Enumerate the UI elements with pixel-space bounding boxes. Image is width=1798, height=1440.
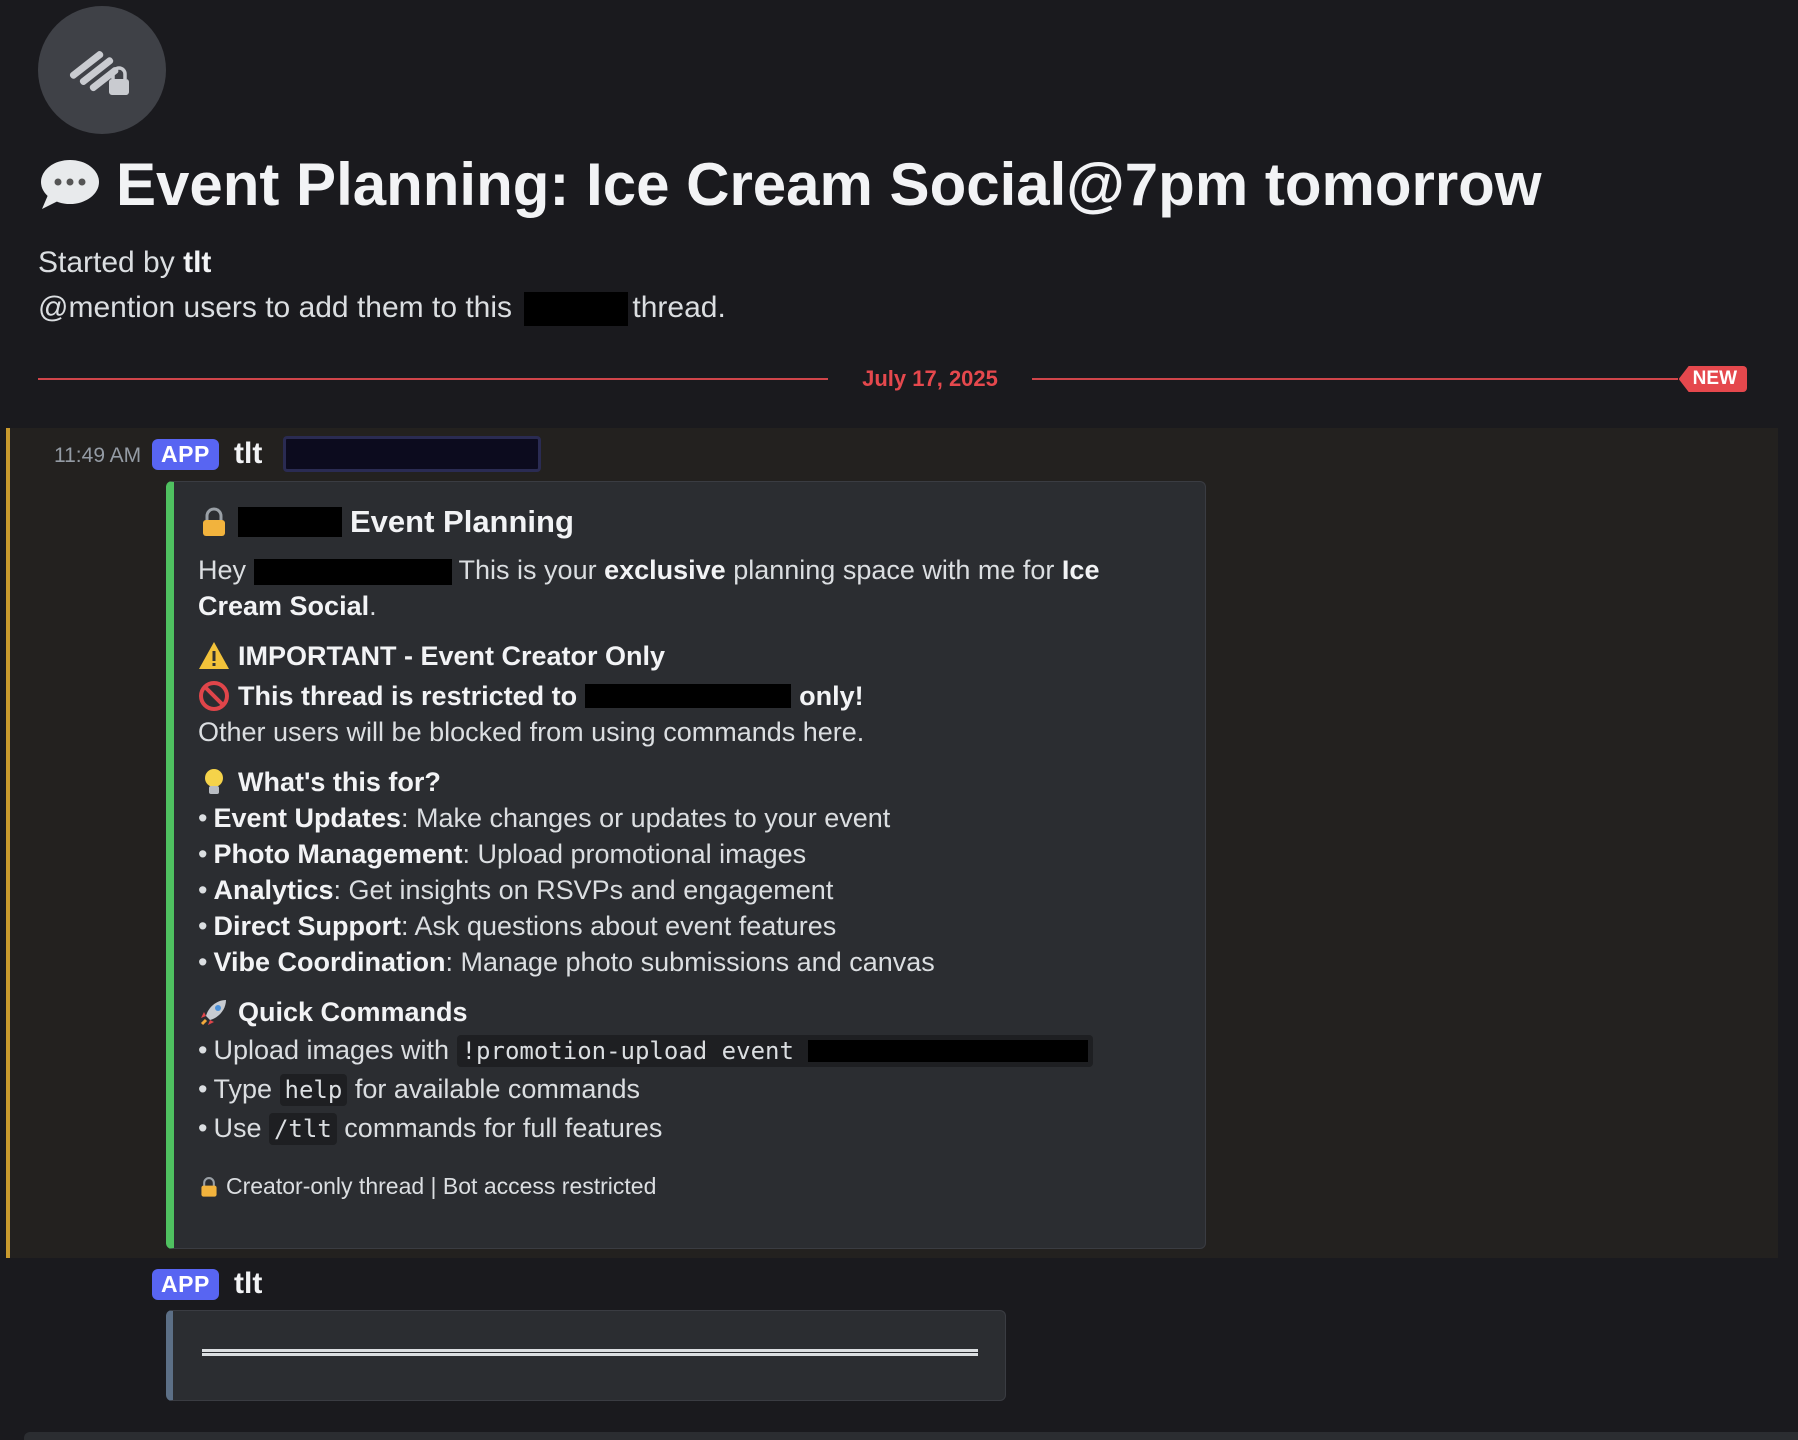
embed-title: Event Planning <box>198 504 1179 540</box>
list-item: • Photo Management: Upload promotional im… <box>198 839 807 869</box>
starter-username[interactable]: tlt <box>183 246 211 279</box>
whats-for-heading: What's this for? <box>198 764 1179 800</box>
redacted-block <box>585 684 792 708</box>
list-item: • Upload images with !promotion-upload ev… <box>198 1032 1179 1069</box>
separator-line <box>202 1349 978 1356</box>
redacted-block <box>253 558 452 585</box>
feature-list: • Event Updates: Make changes or updates … <box>198 800 1179 980</box>
redacted-author-tag <box>283 436 541 472</box>
quick-commands-heading: Quick Commands <box>198 994 1179 1030</box>
list-item: • Analytics: Get insights on RSVPs and en… <box>198 875 834 905</box>
lock-icon <box>201 1176 217 1197</box>
command-code: help <box>279 1074 348 1106</box>
app-badge: APP <box>152 439 219 470</box>
restricted-line: This thread is restricted to only! <box>198 678 1179 714</box>
author-name[interactable]: tlt <box>234 1267 262 1301</box>
embed-card <box>166 1310 1006 1401</box>
app-badge: APP <box>152 1269 219 1300</box>
lock-icon <box>203 507 225 536</box>
embed-footer: Creator-only thread | Bot access restric… <box>198 1173 1179 1200</box>
blocked-line: Other users will be blocked from using c… <box>198 717 865 747</box>
list-item: • Use /tlt commands for full features <box>198 1113 663 1145</box>
list-item: • Vibe Coordination: Manage photo submiss… <box>198 947 935 977</box>
warning-icon <box>199 642 229 669</box>
list-item: • Event Updates: Make changes or updates … <box>198 803 891 833</box>
started-by: Started by tlt <box>38 246 212 279</box>
redacted-block <box>238 507 342 537</box>
thread-title: Event Planning: Ice Cream Social@7pm tom… <box>38 150 1542 219</box>
embed-card: Event Planning Hey This is your exclusiv… <box>166 481 1206 1249</box>
message-composer-edge <box>24 1432 1798 1440</box>
divider-date: July 17, 2025 <box>862 366 998 391</box>
command-code: /tlt <box>268 1113 337 1145</box>
thread-title-text: Event Planning: Ice Cream Social@7pm tom… <box>116 151 1542 218</box>
lightbulb-icon <box>205 769 223 794</box>
author-name[interactable]: tlt <box>234 437 262 471</box>
command-code: !promotion-upload event <box>456 1035 1094 1067</box>
list-item: • Type help for available commands <box>198 1074 640 1106</box>
speech-bubble-icon <box>41 159 99 209</box>
rocket-icon <box>200 1000 226 1026</box>
thread-locked-icon <box>69 51 129 95</box>
embed-intro: Hey This is your exclusive planning spac… <box>198 555 1100 621</box>
redacted-block <box>524 292 629 327</box>
important-heading: IMPORTANT - Event Creator Only <box>198 638 1179 674</box>
redacted-block <box>808 1040 1089 1062</box>
prohibited-icon <box>199 681 229 711</box>
new-badge: NEW <box>1678 366 1747 392</box>
list-item: • Direct Support: Ask questions about eve… <box>198 911 837 941</box>
date-divider: July 17, 2025 NEW <box>38 366 1748 392</box>
mention-hint: @mention users to add them to this threa… <box>38 291 726 327</box>
thread-avatar <box>38 6 166 134</box>
message-timestamp[interactable]: 11:49 AM <box>54 444 141 468</box>
